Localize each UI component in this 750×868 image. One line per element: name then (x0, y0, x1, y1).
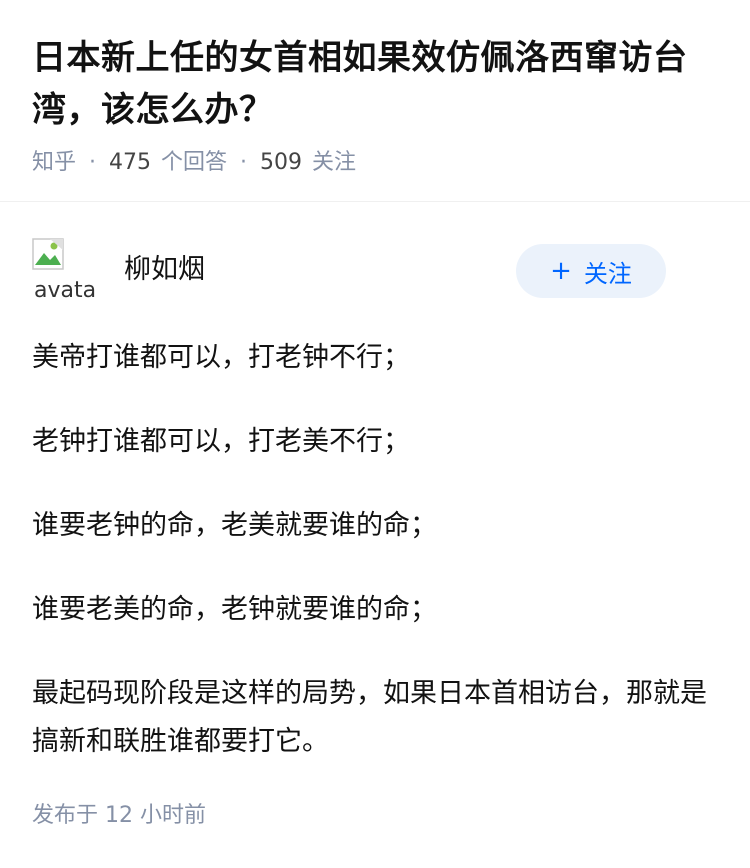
answer-paragraph: 最起码现阶段是这样的局势，如果日本首相访台，那就是搞新和联胜谁都要打它。 (32, 678, 707, 757)
question-title[interactable]: 日本新上任的女首相如果效仿佩洛西窜访台湾，该怎么办？ (32, 32, 718, 136)
author-name[interactable]: 柳如烟 (124, 252, 205, 288)
plus-icon: + (550, 256, 572, 286)
follow-button[interactable]: + 关注 (516, 244, 666, 298)
meta-separator: · (89, 150, 97, 175)
answer-paragraph: 谁要老钟的命，老美就要谁的命； (32, 510, 437, 541)
question-meta: 知乎 · 475 个回答 · 509 关注 (32, 148, 718, 178)
meta-separator: · (240, 150, 248, 175)
answer-count: 475 (109, 150, 152, 175)
question-header: 日本新上任的女首相如果效仿佩洛西窜访台湾，该怎么办？ 知乎 · 475 个回答 … (0, 0, 750, 202)
follow-count-label: 关注 (312, 150, 357, 175)
answer-count-label: 个回答 (161, 150, 228, 175)
follow-count: 509 (260, 150, 303, 175)
answer-card: avatar 柳如烟 + 关注 美帝打谁都可以，打老钟不行； 老钟打谁都可以，打… (0, 202, 750, 766)
broken-image-icon (32, 238, 64, 270)
answer-content: 美帝打谁都可以，打老钟不行； 老钟打谁都可以，打老美不行； 谁要老钟的命，老美就… (32, 334, 718, 766)
avatar-alt-text: avatar (34, 278, 98, 303)
publish-time: 发布于 12 小时前 (32, 803, 206, 828)
answer-paragraph: 谁要老美的命，老钟就要谁的命； (32, 594, 437, 625)
author-row: avatar 柳如烟 + 关注 (32, 202, 718, 322)
answer-paragraph: 美帝打谁都可以，打老钟不行； (32, 342, 410, 373)
avatar[interactable]: avatar (32, 238, 98, 304)
answer-paragraph: 老钟打谁都可以，打老美不行； (32, 426, 410, 457)
source-label[interactable]: 知乎 (32, 148, 76, 178)
follow-button-label: 关注 (583, 259, 632, 288)
